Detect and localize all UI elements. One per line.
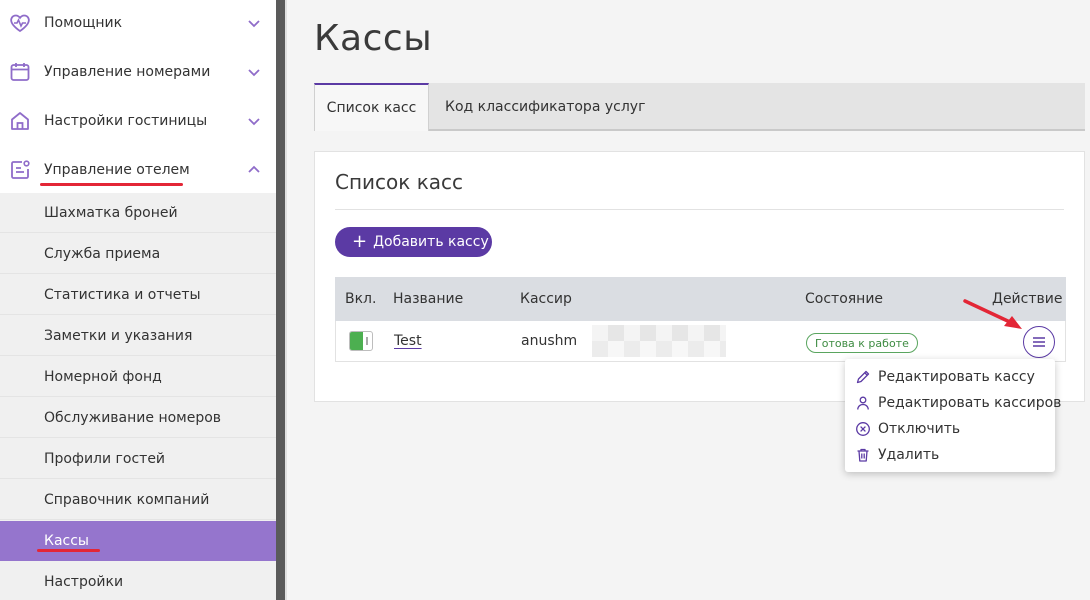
divider [285,0,287,600]
chevron-down-icon [248,20,260,28]
menu-icon [1033,337,1045,347]
card-title: Список касс [335,170,464,194]
sidebar-item-label: Обслуживание номеров [44,409,222,426]
nav-item-label: Настройки гостиницы [44,113,208,129]
nav-item-room-management[interactable]: Управление номерами [0,49,276,95]
sidebar-item-label: Настройки [44,573,124,590]
sidebar-item-label: Кассы [44,532,89,549]
sidebar-item-notes[interactable]: Заметки и указания [0,316,276,356]
row-actions-menu: Редактировать кассу Редактировать кассир… [845,359,1061,472]
tab-cash-register-list[interactable]: Список касс [314,83,429,131]
nav-item-label: Управление номерами [44,64,211,80]
table-row: Test anushm Готова к работе [335,321,1066,362]
home-icon [11,112,29,130]
sidebar-item-label: Служба приема [44,245,161,262]
status-badge: Готова к работе [806,333,918,353]
sidebar-item-label: Профили гостей [44,450,166,467]
annotation-underline [40,183,183,186]
heart-pulse-icon [10,14,30,33]
sidebar-item-booking-grid[interactable]: Шахматка броней [0,193,276,233]
chevron-down-icon [248,118,260,126]
sidebar-item-guest-profiles[interactable]: Профили гостей [0,439,276,479]
sidebar-item-cash-registers[interactable]: Кассы [0,521,276,561]
cashier-cell: anushm [521,333,578,349]
menu-item-edit-register[interactable]: Редактировать кассу [845,364,1055,390]
sidebar-item-label: Заметки и указания [44,327,193,344]
user-icon [857,396,869,410]
calendar-icon [10,63,30,81]
sidebar: Помощник Управление номерами Настройки г… [0,0,276,600]
column-header-enabled: Вкл. [345,291,377,307]
plus-icon: + [352,231,368,252]
cash-register-name-link[interactable]: Test [394,333,422,349]
sidebar-item-housekeeping[interactable]: Обслуживание номеров [0,398,276,438]
x-circle-icon [856,422,870,436]
menu-item-disable[interactable]: Отключить [845,416,1055,442]
column-header-status: Состояние [805,291,884,307]
document-settings-icon [11,160,30,179]
redacted-area [592,341,726,357]
annotation-arrow-icon [963,299,1022,329]
menu-item-label: Редактировать кассиров [878,395,1062,411]
sidebar-item-front-desk[interactable]: Служба приема [0,234,276,274]
column-header-cashier: Кассир [520,291,572,307]
divider [335,209,1064,210]
tabs-bar: Список касс Код классификатора услуг [314,83,1085,131]
sidebar-scrollbar[interactable] [276,0,285,600]
nav-item-label: Помощник [44,15,123,31]
page-title: Кассы [314,18,433,59]
menu-item-label: Отключить [878,421,961,437]
nav-item-label: Управление отелем [44,162,190,178]
sidebar-item-statistics[interactable]: Статистика и отчеты [0,275,276,315]
sidebar-item-label: Номерной фонд [44,368,162,385]
button-label: Добавить кассу [373,234,489,250]
menu-item-label: Редактировать кассу [878,369,1035,385]
tab-label: Список касс [326,100,417,116]
sidebar-item-room-stock[interactable]: Номерной фонд [0,357,276,397]
menu-item-delete[interactable]: Удалить [845,442,1055,468]
sidebar-item-label: Статистика и отчеты [44,286,201,303]
trash-icon [857,448,869,462]
sidebar-item-label: Шахматка броней [44,204,178,221]
toggle-knob [366,337,368,345]
annotation-underline [37,549,100,552]
menu-item-label: Удалить [878,447,940,463]
enabled-toggle[interactable] [349,331,373,351]
sidebar-item-label: Справочник компаний [44,491,210,508]
tab-label: Код классификатора услуг [445,99,646,115]
nav-item-hotel-settings[interactable]: Настройки гостиницы [0,98,276,144]
add-cash-register-button[interactable]: + Добавить кассу [335,227,492,257]
sidebar-item-settings[interactable]: Настройки [0,562,276,600]
chevron-down-icon [248,69,260,77]
toggle-on-fill [350,332,363,350]
column-header-name: Название [393,291,464,307]
chevron-up-icon [248,165,260,173]
nav-item-hotel-management[interactable]: Управление отелем [0,147,276,193]
nav-item-assistant[interactable]: Помощник [0,0,276,46]
pencil-icon [856,370,870,384]
sidebar-item-companies[interactable]: Справочник компаний [0,480,276,520]
submenu-hotel-management: Шахматка броней Служба приема Статистика… [0,193,276,600]
tab-service-classifier-code[interactable]: Код классификатора услуг [445,83,645,131]
menu-item-edit-cashiers[interactable]: Редактировать кассиров [845,390,1061,416]
table-header: Вкл. Название Кассир Состояние Действие [335,277,1066,321]
